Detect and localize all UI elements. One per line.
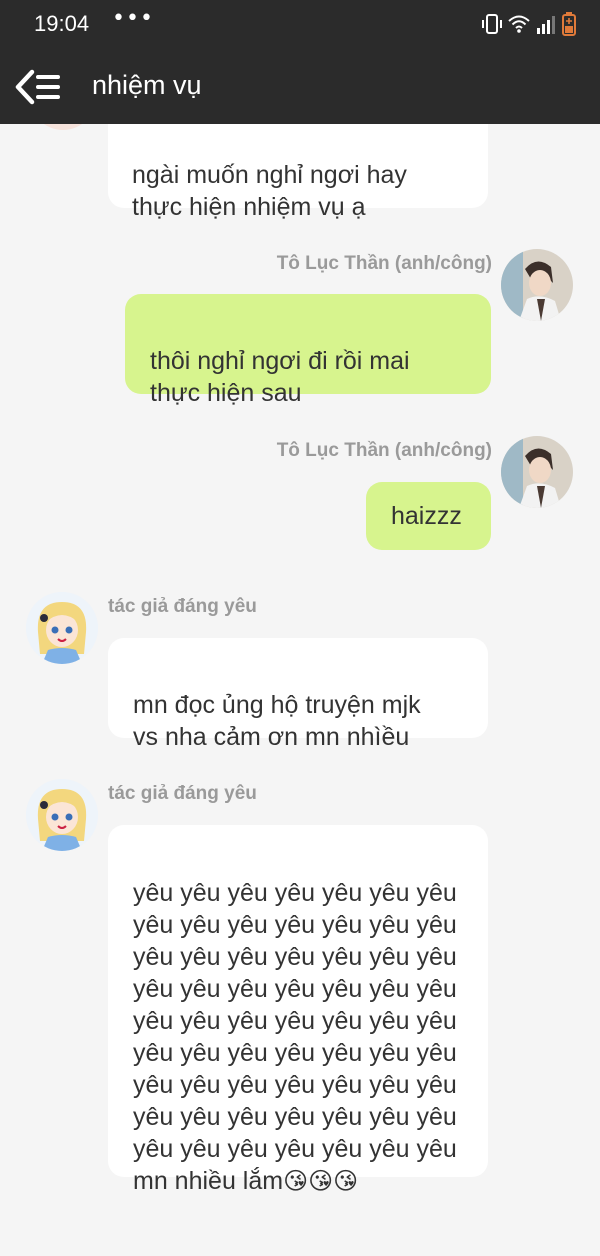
back-menu-icon: [15, 69, 60, 105]
message-text: haizzz: [391, 502, 462, 530]
author-avatar[interactable]: [26, 592, 98, 664]
message-bubble: yêu yêu yêu yêu yêu yêu yêu yêu yêu yêu …: [108, 825, 488, 1195]
chat-area[interactable]: ngài muốn nghỉ ngơi hay thực hiện nhiệm …: [0, 0, 600, 1256]
wifi-icon: [508, 14, 530, 34]
sender-name: Tô Lục Thần (anh/công): [276, 440, 492, 461]
back-menu-button[interactable]: [14, 68, 62, 106]
message-text: ngài muốn nghỉ ngơi hay thực hiện nhiệm …: [132, 161, 407, 221]
sender-name: tác giả đáng yêu: [108, 596, 257, 617]
app-bar: nhiệm vụ: [0, 50, 600, 124]
sender-name: tác giả đáng yêu: [108, 783, 257, 804]
sender-name: Tô Lục Thần (anh/công): [276, 253, 492, 274]
more-notifications-icon: •••: [112, 6, 154, 31]
signal-icon: [536, 14, 556, 34]
kiss-emoji-icons: 😘😘😘: [283, 1167, 359, 1195]
message-bubble: thôi nghỉ ngơi đi rồi mai thực hiện sau: [125, 294, 491, 407]
message-text: mn đọc ủng hộ truyện mjk vs nha cảm ơn m…: [133, 691, 421, 751]
message-text: yêu yêu yêu yêu yêu yêu yêu yêu yêu yêu …: [133, 879, 457, 1195]
status-icons: [482, 12, 576, 36]
message-text: thôi nghỉ ngơi đi rồi mai thực hiện sau: [150, 347, 410, 407]
page-title: nhiệm vụ: [92, 70, 202, 100]
status-bar: 19:04 •••: [0, 0, 600, 50]
message-bubble: mn đọc ủng hộ truyện mjk vs nha cảm ơn m…: [108, 638, 488, 751]
vibrate-icon: [482, 13, 502, 35]
user-avatar[interactable]: [501, 249, 573, 321]
battery-icon: [562, 12, 576, 36]
author-avatar[interactable]: [26, 779, 98, 851]
message-bubble: haizzz: [366, 482, 491, 550]
status-time: 19:04: [34, 11, 90, 36]
user-avatar[interactable]: [501, 436, 573, 508]
